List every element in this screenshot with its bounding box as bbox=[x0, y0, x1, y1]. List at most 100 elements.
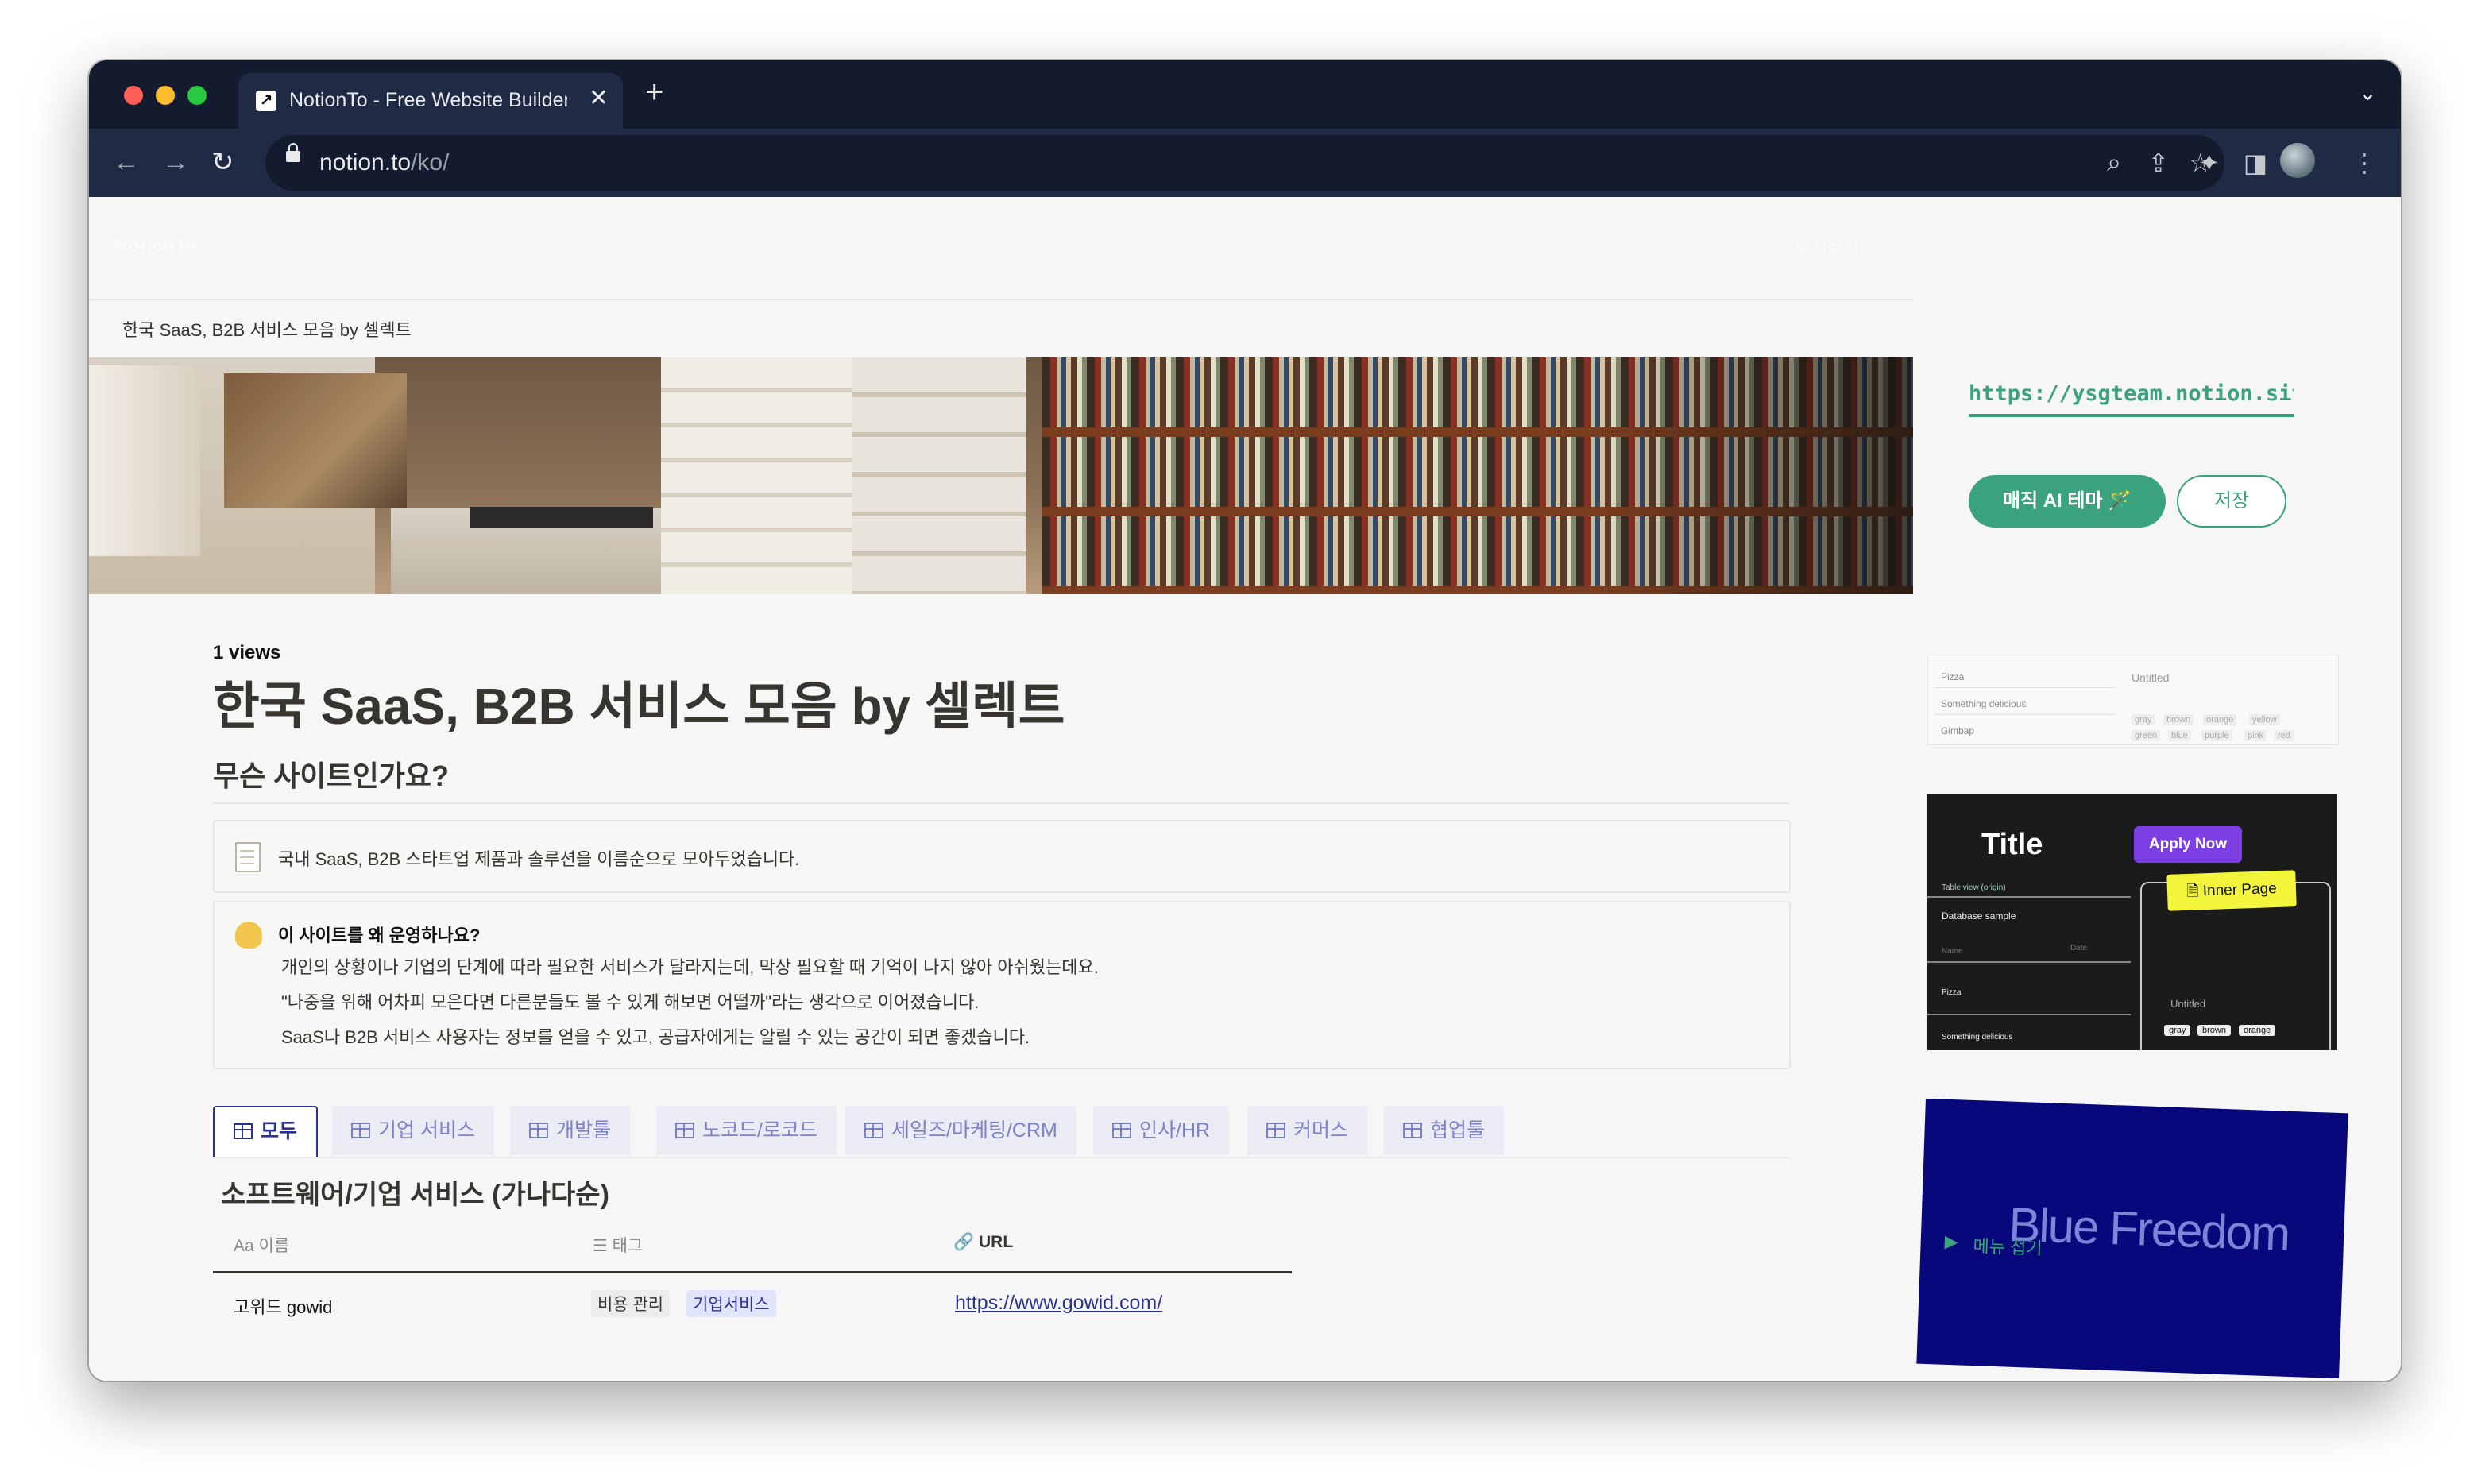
theme-preview-light[interactable]: Pizza Something delicious Gimbap Untitle… bbox=[1927, 655, 2339, 745]
extensions-puzzle-icon[interactable]: ✦ bbox=[2198, 148, 2220, 178]
table-icon bbox=[1266, 1123, 1285, 1138]
table-icon bbox=[864, 1123, 883, 1138]
table-icon bbox=[529, 1123, 548, 1138]
magic-ai-theme-button[interactable]: 매직 AI 테마 🪄 bbox=[1969, 475, 2166, 528]
favicon-icon: ↗ bbox=[256, 91, 276, 111]
tab-collaboration[interactable]: 협업툴 bbox=[1384, 1106, 1505, 1155]
more-menu-icon[interactable]: ⋮ bbox=[2352, 148, 2377, 178]
side-panel-icon[interactable]: ◨ bbox=[2244, 148, 2267, 178]
tab-devtools[interactable]: 개발툴 bbox=[510, 1106, 631, 1155]
preview-apply-button: Apply Now bbox=[2134, 826, 2242, 863]
close-window-button[interactable] bbox=[124, 86, 143, 105]
column-url[interactable]: 🔗 URL bbox=[953, 1233, 1013, 1252]
table-icon bbox=[1112, 1123, 1131, 1138]
theme-preview-dark[interactable]: Title Apply Now 🗎 Inner Page Table view … bbox=[1927, 794, 2337, 1050]
callout-intro: 국내 SaaS, B2B 스타트업 제품과 솔루션을 이름순으로 모아두었습니다… bbox=[213, 820, 1791, 893]
row-name[interactable]: 고위드 gowid bbox=[234, 1293, 332, 1319]
table-icon bbox=[1403, 1123, 1422, 1138]
zoom-icon[interactable]: ⌕ bbox=[2107, 148, 2121, 178]
forward-arrow-icon[interactable]: → bbox=[162, 146, 189, 178]
preview-chip: green bbox=[2132, 730, 2161, 741]
database-view-tabs: 모두 기업 서비스 개발툴 노코드/로코드 세일즈/마케팅/CRM 인사/HR … bbox=[213, 1106, 1789, 1158]
preview-chip: gray bbox=[2132, 714, 2155, 725]
tab-title: NotionTo - Free Website Builder bbox=[289, 89, 567, 111]
divider bbox=[213, 802, 1789, 804]
database-title: 소프트웨어/기업 서비스 (가나다순) bbox=[221, 1180, 609, 1210]
preview-chip: brown bbox=[2197, 1025, 2231, 1036]
url-text[interactable]: notion.to/ko/ bbox=[319, 149, 449, 176]
minimize-window-button[interactable] bbox=[156, 86, 175, 105]
share-icon[interactable]: ⇪ bbox=[2147, 148, 2169, 178]
callout-line: "나중을 위해 어차피 모은다면 다른분들도 볼 수 있게 해보면 어떨까"라는… bbox=[281, 992, 980, 1012]
preview-title: Title bbox=[1981, 828, 2043, 861]
tab-close-icon[interactable]: ✕ bbox=[589, 84, 609, 112]
preview-text: Name bbox=[1942, 947, 1963, 956]
table-header: Aa 이름 ☰ 태그 🔗 URL bbox=[213, 1220, 1292, 1273]
back-arrow-icon[interactable]: ← bbox=[113, 146, 140, 178]
preview-chip: red bbox=[2275, 730, 2294, 741]
table-icon bbox=[234, 1123, 253, 1139]
header-link[interactable]: 노션보기 bbox=[1795, 235, 1859, 261]
list-icon: ☰ bbox=[593, 1237, 608, 1255]
preview-chip: orange bbox=[2239, 1025, 2276, 1036]
page-viewport: NotionTo 노션보기 한국 SaaS, B2B 서비스 모음 by 셀렉트… bbox=[89, 197, 2401, 1381]
address-bar[interactable]: notion.to/ko/ ⌕ ⇪ ☆ bbox=[265, 135, 2224, 191]
site-logo[interactable]: NotionTo bbox=[114, 235, 197, 257]
preview-text: Something delicious bbox=[1942, 1033, 2013, 1042]
browser-toolbar: ← → ↻ notion.to/ko/ ⌕ ⇪ ☆ ✦ ◨ ⋮ bbox=[89, 129, 2401, 197]
browser-tab[interactable]: ↗ NotionTo - Free Website Builder ✕ bbox=[238, 73, 623, 129]
reload-icon[interactable]: ↻ bbox=[211, 146, 234, 178]
browser-window: ↗ NotionTo - Free Website Builder ✕ + ⌄ … bbox=[89, 60, 2401, 1381]
page-icon: 🗎 bbox=[2186, 883, 2204, 900]
link-icon: 🔗 bbox=[953, 1233, 975, 1251]
column-tags[interactable]: ☰ 태그 bbox=[593, 1233, 643, 1257]
callout-line: 개인의 상황이나 기업의 단계에 따라 필요한 서비스가 달라지는데, 막상 필… bbox=[281, 957, 1099, 977]
memo-icon bbox=[235, 842, 261, 872]
column-name[interactable]: Aa 이름 bbox=[234, 1233, 289, 1257]
right-sidebar: https://ysgteam.notion.site... 매직 AI 테마 … bbox=[1913, 197, 2401, 1381]
tab-all[interactable]: 모두 bbox=[213, 1106, 319, 1157]
preview-chip: gray bbox=[2164, 1025, 2191, 1036]
tab-sales-marketing[interactable]: 세일즈/마케팅/CRM bbox=[845, 1106, 1076, 1155]
table-row[interactable]: 고위드 gowid 비용 관리 기업서비스 https://www.gowid.… bbox=[213, 1274, 1292, 1322]
new-tab-button[interactable]: + bbox=[645, 76, 663, 108]
save-button[interactable]: 저장 bbox=[2177, 475, 2286, 528]
preview-text: Pizza bbox=[1942, 988, 1962, 997]
zoom-window-button[interactable] bbox=[187, 86, 207, 105]
preview-item: Pizza bbox=[1941, 671, 1965, 682]
section-heading: 무슨 사이트인가요? bbox=[213, 759, 449, 792]
preview-headline: Blue Freedom bbox=[2008, 1197, 2290, 1261]
tab-search-chevron-icon[interactable]: ⌄ bbox=[2359, 79, 2377, 106]
tab-commerce[interactable]: 커머스 bbox=[1247, 1106, 1368, 1155]
preview-text: Date bbox=[2070, 944, 2088, 953]
table-icon bbox=[351, 1123, 370, 1138]
main-content: NotionTo 노션보기 한국 SaaS, B2B 서비스 모음 by 셀렉트… bbox=[89, 197, 1913, 1381]
theme-preview-blue[interactable]: Blue Freedom ▶ 메뉴 접기 bbox=[1916, 1098, 2348, 1379]
preview-chip: purple bbox=[2201, 730, 2232, 741]
notion-url-link[interactable]: https://ysgteam.notion.site... bbox=[1969, 381, 2294, 417]
callout-line: SaaS나 B2B 서비스 사용자는 정보를 얻을 수 있고, 공급자에게는 알… bbox=[281, 1027, 1030, 1047]
preview-untitled: Untitled bbox=[2132, 671, 2170, 684]
preview-text: Table view (origin) bbox=[1942, 883, 2006, 892]
callout-heading: 이 사이트를 왜 운영하나요? bbox=[278, 926, 481, 945]
profile-avatar[interactable] bbox=[2280, 143, 2315, 178]
waving-hand-icon bbox=[235, 922, 262, 949]
preview-menu-toggle: 메뉴 접기 bbox=[1973, 1236, 2043, 1259]
row-url-link[interactable]: https://www.gowid.com/ bbox=[955, 1292, 1162, 1315]
preview-text: Database sample bbox=[1942, 910, 2016, 922]
tab-nocode[interactable]: 노코드/로코드 bbox=[656, 1106, 837, 1155]
tab-hr[interactable]: 인사/HR bbox=[1093, 1106, 1230, 1155]
preview-chip: brown bbox=[2163, 714, 2194, 725]
preview-item: Something delicious bbox=[1941, 698, 2027, 709]
tab-strip: ↗ NotionTo - Free Website Builder ✕ + ⌄ bbox=[89, 60, 2401, 129]
preview-inner-page: 🗎 Inner Page bbox=[2166, 870, 2297, 911]
site-header: NotionTo 노션보기 bbox=[89, 197, 1913, 300]
preview-chip: orange bbox=[2203, 714, 2237, 725]
preview-chip: yellow bbox=[2249, 714, 2280, 725]
preview-untitled: Untitled bbox=[2170, 998, 2206, 1010]
callout-why: 이 사이트를 왜 운영하나요? 개인의 상황이나 기업의 단계에 따라 필요한 … bbox=[213, 901, 1791, 1069]
tab-enterprise[interactable]: 기업 서비스 bbox=[332, 1106, 494, 1155]
breadcrumb[interactable]: 한국 SaaS, B2B 서비스 모음 by 셀렉트 bbox=[122, 316, 412, 342]
preview-chip: blue bbox=[2168, 730, 2191, 741]
lock-icon bbox=[286, 143, 300, 162]
